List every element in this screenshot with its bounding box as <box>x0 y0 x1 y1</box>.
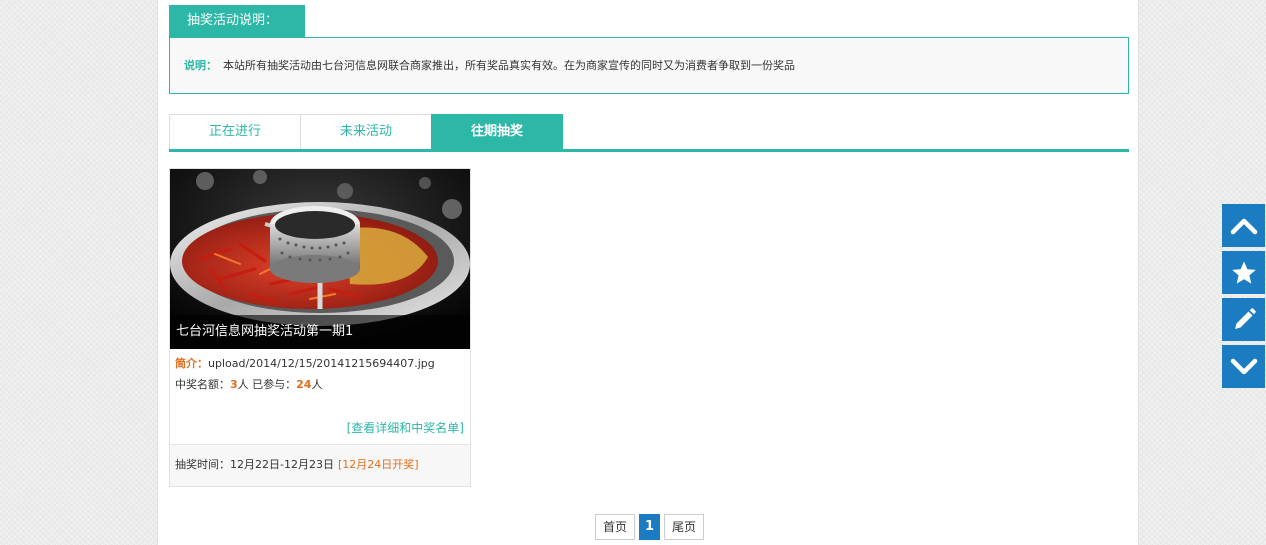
card-quota: 中奖名额：3人 已参与：24人 <box>175 376 322 392</box>
favorite-button[interactable] <box>1222 251 1265 294</box>
joined-label: 已参与： <box>252 378 297 391</box>
quota-value: 3 <box>230 378 238 391</box>
card-title[interactable]: 七台河信息网抽奖活动第一期1 <box>170 315 470 349</box>
notice-box: 说明： 本站所有抽奖活动由七台河信息网联合商家推出，所有奖品真实有效。在为商家宣传… <box>169 37 1129 94</box>
edit-button[interactable] <box>1222 298 1265 341</box>
open-date: [12月24日开奖] <box>337 458 419 471</box>
quota-unit: 人 <box>237 378 249 391</box>
last-page-button[interactable]: 尾页 <box>664 514 704 540</box>
joined-unit: 人 <box>311 378 323 391</box>
hotpot-image[interactable]: 七台河信息网抽奖活动第一期1 <box>170 169 470 349</box>
notice-text: 本站所有抽奖活动由七台河信息网联合商家推出，所有奖品真实有效。在为商家宣传的同时… <box>223 59 795 72</box>
lottery-time: 抽奖时间：12月22日-12月23日 <box>175 458 334 471</box>
pencil-icon <box>1234 307 1256 329</box>
card-footer: 抽奖时间：12月22日-12月23日 [12月24日开奖] <box>170 444 470 486</box>
star-icon <box>1231 261 1256 284</box>
scroll-bottom-button[interactable] <box>1222 345 1265 388</box>
joined-value: 24 <box>296 378 312 391</box>
tab-upcoming[interactable]: 未来活动 <box>300 114 432 149</box>
chevron-down-icon <box>1230 358 1257 374</box>
notice-tab: 抽奖活动说明： <box>169 5 305 37</box>
notice-label: 说明： <box>184 59 217 72</box>
card-intro: 简介：upload/2014/12/15/20141215694407.jpg <box>175 355 435 371</box>
scroll-top-button[interactable] <box>1222 204 1265 247</box>
first-page-button[interactable]: 首页 <box>595 514 635 540</box>
tab-past[interactable]: 往期抽奖 <box>431 114 563 149</box>
lottery-card: 七台河信息网抽奖活动第一期1 简介：upload/2014/12/15/2014… <box>169 168 471 487</box>
intro-value: upload/2014/12/15/20141215694407.jpg <box>208 357 435 370</box>
intro-label: 简介： <box>175 357 208 370</box>
detail-link[interactable]: [查看详细和中奖名单] <box>347 419 464 436</box>
main-content: 抽奖活动说明： 说明： 本站所有抽奖活动由七台河信息网联合商家推出，所有奖品真实有… <box>157 0 1139 545</box>
chevron-up-icon <box>1230 218 1257 234</box>
tab-ongoing[interactable]: 正在进行 <box>169 114 301 149</box>
activity-tabs: 正在进行 未来活动 往期抽奖 <box>169 114 1129 152</box>
current-page-button[interactable]: 1 <box>639 514 660 540</box>
quota-label: 中奖名额： <box>175 378 230 391</box>
